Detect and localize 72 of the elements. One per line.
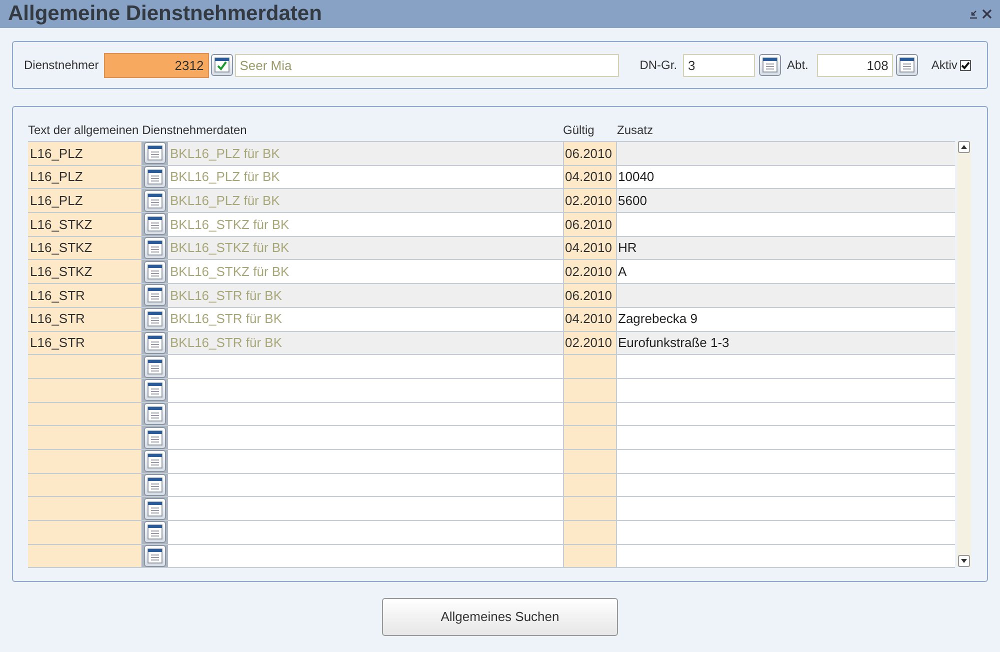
detail-icon[interactable] (144, 284, 166, 306)
close-icon[interactable] (982, 9, 992, 19)
table-cell: 02.2010 (563, 189, 617, 212)
detail-icon[interactable] (144, 379, 166, 402)
table-cell: Zagrebecka 9 (617, 308, 955, 330)
detail-icon[interactable] (144, 402, 166, 425)
table-cell: 5600 (617, 189, 955, 212)
table-cell: BKL16_STR für BK (168, 308, 563, 330)
table-cell: HR (617, 236, 955, 260)
lookup-icon[interactable] (896, 54, 918, 76)
department-field[interactable]: 108 (817, 54, 894, 76)
table-cell: BKL16_STR für BK (168, 284, 563, 307)
field-label: Dienstnehmer (24, 57, 99, 74)
field-label: Abt. (787, 57, 808, 74)
minimize-icon[interactable] (969, 10, 978, 18)
lookup-icon[interactable] (759, 54, 782, 76)
column-header: Zusatz (617, 122, 654, 139)
detail-icon[interactable] (144, 545, 166, 568)
column-header: Gültig (563, 122, 596, 139)
table-cell: BKL16_PLZ für BK (168, 166, 563, 188)
table-cell: A (617, 260, 955, 284)
search-button[interactable]: Allgemeines Suchen (382, 598, 618, 636)
scrollbar[interactable] (957, 141, 971, 567)
scroll-down-icon[interactable] (958, 555, 970, 567)
employee-number-field[interactable]: 2312 (104, 52, 209, 78)
table-cell: BKL16_STR für BK (168, 332, 563, 354)
table-cell: L16_STKZ (28, 213, 142, 236)
table-cell: L16_PLZ (28, 189, 142, 212)
table-cell: 02.2010 (563, 332, 617, 354)
table-cell: BKL16_PLZ für BK (168, 189, 563, 212)
table-cell: 04.2010 (563, 166, 617, 188)
detail-icon[interactable] (144, 142, 166, 164)
column-header: Text der allgemeinen Dienstnehmerdaten (28, 122, 248, 139)
table-cell: 04.2010 (563, 308, 617, 330)
table-cell: L16_PLZ (28, 142, 142, 165)
scroll-up-icon[interactable] (958, 141, 970, 153)
detail-icon[interactable] (144, 332, 166, 354)
table-cell: 10040 (617, 166, 955, 188)
detail-icon[interactable] (144, 260, 166, 283)
table-cell: L16_STR (28, 284, 142, 307)
detail-icon[interactable] (144, 450, 166, 472)
table-cell: BKL16_STKZ für BK (168, 213, 563, 236)
detail-icon[interactable] (144, 426, 166, 449)
group-field[interactable]: 3 (683, 54, 756, 76)
detail-icon[interactable] (144, 166, 166, 188)
confirm-icon[interactable] (210, 54, 233, 76)
detail-icon[interactable] (144, 190, 166, 212)
table-cell: 06.2010 (563, 284, 617, 307)
field-label: DN-Gr. (640, 57, 678, 74)
table-cell: Eurofunkstraße 1-3 (617, 332, 955, 354)
table-cell: BKL16_STKZ für BK (168, 260, 563, 284)
table-cell: 04.2010 (563, 236, 617, 260)
detail-icon[interactable] (144, 237, 166, 260)
window-title: Allgemeine Dienstnehmerdaten (8, 1, 322, 28)
table-cell: L16_STKZ (28, 236, 142, 260)
detail-icon[interactable] (144, 498, 166, 520)
table-cell: L16_STR (28, 332, 142, 354)
detail-icon[interactable] (144, 308, 166, 330)
table-cell: 06.2010 (563, 142, 617, 165)
table-cell: L16_STKZ (28, 260, 142, 284)
table-cell: 02.2010 (563, 260, 617, 284)
active-checkbox[interactable] (960, 60, 972, 70)
table-cell: L16_PLZ (28, 166, 142, 188)
detail-icon[interactable] (144, 474, 166, 496)
table-cell: L16_STR (28, 308, 142, 330)
detail-icon[interactable] (144, 521, 166, 544)
table-cell: BKL16_STKZ für BK (168, 236, 563, 260)
table-cell: BKL16_PLZ für BK (168, 142, 563, 165)
detail-icon[interactable] (144, 356, 166, 378)
field-label: Aktiv (931, 57, 958, 74)
table-cell: 06.2010 (563, 213, 617, 236)
detail-icon[interactable] (144, 213, 166, 236)
